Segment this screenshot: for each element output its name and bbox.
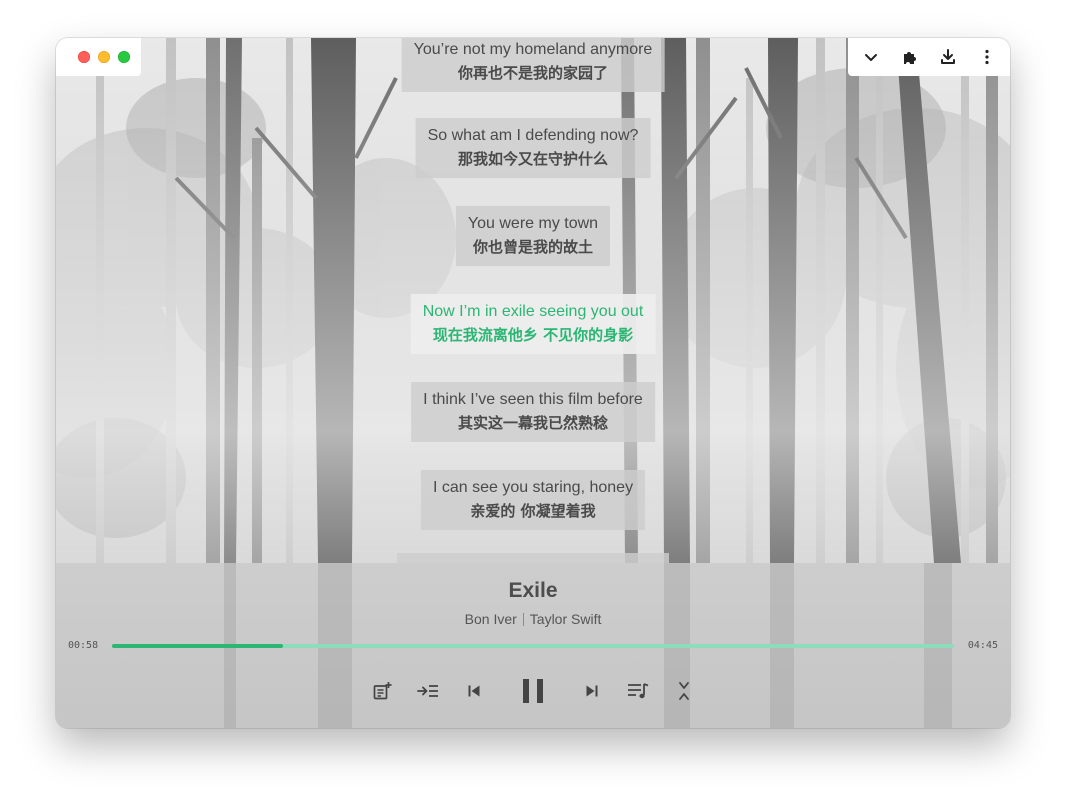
progress-bar[interactable] bbox=[112, 644, 954, 648]
lyrics-panel: You’re not my homeland anymore 你再也不是我的家园… bbox=[56, 38, 1010, 563]
zoom-window-button[interactable] bbox=[118, 51, 130, 63]
artist-separator bbox=[522, 613, 524, 626]
next-icon bbox=[586, 685, 598, 697]
lyric-original: So what am I defending now? bbox=[427, 127, 639, 144]
queue-icon bbox=[628, 683, 649, 699]
top-toolbar bbox=[848, 38, 1010, 76]
puzzle-icon[interactable] bbox=[895, 42, 925, 72]
next-button[interactable] bbox=[569, 673, 615, 709]
player-bar: Exile Bon Iver Taylor Swift 00:58 04:45 bbox=[56, 563, 1010, 728]
lyric-original: You were my town bbox=[467, 215, 599, 232]
lyric-line[interactable]: You were my town 你也曾是我的故土 bbox=[455, 206, 611, 266]
close-window-button[interactable] bbox=[78, 51, 90, 63]
lyric-original: Now I’m in exile seeing you out bbox=[422, 303, 644, 320]
progress-fill bbox=[112, 644, 283, 648]
lyric-translation: 那我如今又在守护什么 bbox=[457, 150, 608, 168]
total-time: 04:45 bbox=[967, 640, 998, 651]
song-title: Exile bbox=[508, 579, 558, 602]
lyric-original: I think I’ve seen this film before bbox=[423, 391, 643, 408]
artist-name[interactable]: Taylor Swift bbox=[530, 611, 602, 627]
add-to-playlist-button[interactable] bbox=[359, 673, 405, 709]
previous-icon bbox=[468, 685, 480, 697]
lyric-translation: 现在我流离他乡 不见你的身影 bbox=[432, 326, 634, 344]
more-vertical-icon[interactable] bbox=[972, 42, 1002, 72]
current-time: 00:58 bbox=[68, 640, 99, 651]
lyric-line[interactable]: You’re not my homeland anymore 你再也不是我的家园… bbox=[401, 38, 665, 92]
minimize-window-button[interactable] bbox=[98, 51, 110, 63]
lyric-translation: 亲爱的 你凝望着我 bbox=[470, 502, 596, 520]
lyric-line-partial bbox=[397, 553, 669, 563]
play-next-button[interactable] bbox=[405, 673, 451, 709]
chevron-down-icon[interactable] bbox=[856, 42, 886, 72]
lyric-line[interactable]: So what am I defending now? 那我如今又在守护什么 bbox=[415, 118, 651, 178]
player-window: You’re not my homeland anymore 你再也不是我的家园… bbox=[56, 38, 1010, 728]
playback-controls bbox=[56, 673, 1010, 709]
lyric-line-current[interactable]: Now I’m in exile seeing you out 现在我流离他乡 … bbox=[410, 294, 656, 354]
lyric-translation: 你也曾是我的故土 bbox=[472, 238, 594, 256]
window-controls bbox=[56, 38, 141, 76]
lyric-original: I can see you staring, honey bbox=[432, 479, 634, 496]
artist-list: Bon Iver Taylor Swift bbox=[56, 611, 1010, 627]
lyric-translation: 你再也不是我的家园了 bbox=[457, 64, 608, 82]
lyric-translation: 其实这一幕我已然熟稔 bbox=[457, 414, 608, 432]
artist-name[interactable]: Bon Iver bbox=[465, 611, 517, 627]
previous-button[interactable] bbox=[451, 673, 497, 709]
lyric-original: You’re not my homeland anymore bbox=[413, 41, 653, 58]
play-next-icon bbox=[417, 685, 438, 697]
pause-icon bbox=[523, 679, 543, 703]
lyric-line[interactable]: I can see you staring, honey 亲爱的 你凝望着我 bbox=[420, 470, 646, 530]
add-to-playlist-icon bbox=[373, 682, 392, 700]
pause-button[interactable] bbox=[497, 673, 569, 709]
queue-button[interactable] bbox=[615, 673, 661, 709]
lyric-line[interactable]: I think I’ve seen this film before 其实这一幕… bbox=[411, 382, 655, 442]
collapse-button[interactable] bbox=[661, 673, 707, 709]
collapse-icon bbox=[679, 682, 689, 700]
download-icon[interactable] bbox=[933, 42, 963, 72]
